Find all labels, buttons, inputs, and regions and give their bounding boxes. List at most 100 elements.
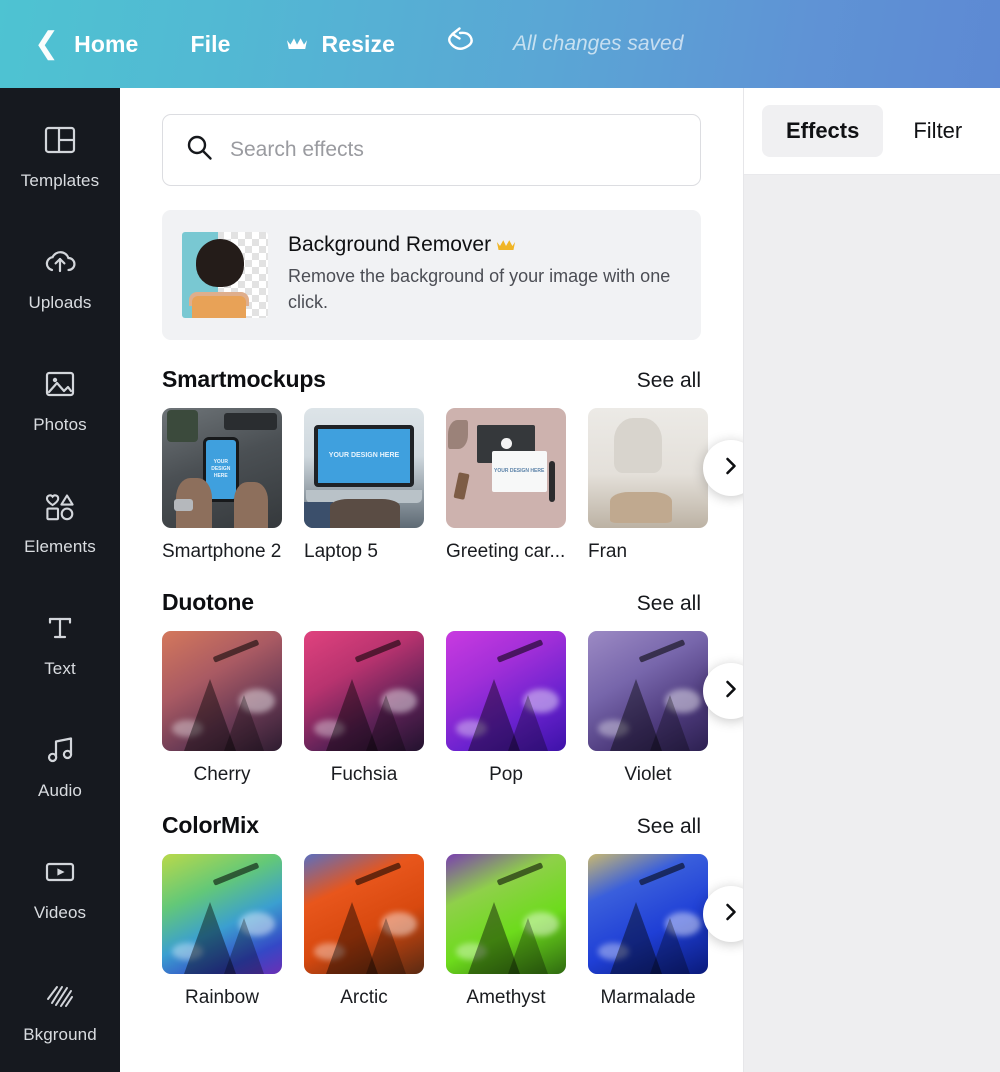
see-all-smartmockups[interactable]: See all: [637, 369, 701, 393]
cloud-upload-icon: [43, 245, 77, 279]
mockup-card-label: Greeting car...: [446, 541, 566, 562]
sidebar-item-label: Photos: [33, 415, 87, 434]
undo-button[interactable]: [443, 26, 477, 62]
mockup-thumbnail: YOUR DESIGN HERE: [446, 408, 566, 528]
effect-card-label: Marmalade: [600, 987, 696, 1008]
effect-thumbnail: [446, 854, 566, 974]
section-header: Duotone See all: [162, 589, 743, 616]
body-row: Templates Uploads Photos Elements Text A…: [0, 88, 1000, 1072]
left-sidebar: Templates Uploads Photos Elements Text A…: [0, 88, 120, 1072]
sidebar-item-videos[interactable]: Videos: [0, 828, 120, 950]
section-smartmockups: Smartmockups See all YOUR DESIGN HERE Sm…: [120, 366, 743, 563]
next-button-duotone[interactable]: [703, 663, 743, 719]
section-duotone: Duotone See all Cherry Fuchsia Pop Viole…: [120, 589, 743, 786]
chevron-right-icon: [722, 457, 740, 480]
mockup-card-label: Smartphone 2: [162, 541, 282, 562]
effect-card-pop[interactable]: Pop: [446, 631, 566, 786]
sidebar-item-audio[interactable]: Audio: [0, 706, 120, 828]
chevron-right-icon: [722, 680, 740, 703]
right-panel-tabbar: Effects Filter: [744, 88, 1000, 175]
home-button[interactable]: ❮ Home: [34, 29, 138, 59]
resize-label: Resize: [321, 30, 395, 57]
sidebar-item-templates[interactable]: Templates: [0, 96, 120, 218]
crown-icon: [286, 36, 308, 52]
undo-icon: [443, 26, 477, 62]
sidebar-item-bkground[interactable]: Bkground: [0, 950, 120, 1072]
sidebar-item-label: Bkground: [23, 1025, 97, 1044]
file-menu-button[interactable]: File: [190, 31, 230, 58]
thumbnail-row-smartmockups: YOUR DESIGN HERE Smartphone 2 YOUR DESIG…: [162, 408, 743, 563]
hatch-pattern-icon: [43, 977, 77, 1011]
right-panel: Effects Filter: [744, 88, 1000, 1072]
background-remover-title-text: Background Remover: [288, 233, 492, 256]
top-toolbar: ❮ Home File Resize All changes saved: [0, 0, 1000, 88]
chevron-left-icon: ❮: [34, 27, 60, 60]
chevron-right-icon: [722, 903, 740, 926]
save-status: All changes saved: [512, 32, 684, 55]
effect-card-label: Cherry: [193, 764, 251, 785]
effects-panel: Search effects Background Remover Remove…: [120, 88, 744, 1072]
mockup-thumbnail: YOUR DESIGN HERE: [304, 408, 424, 528]
mockup-screen-text: YOUR DESIGN HERE: [328, 451, 400, 459]
sidebar-item-label: Audio: [38, 781, 82, 800]
section-title: ColorMix: [162, 812, 259, 838]
sidebar-item-text[interactable]: Text: [0, 584, 120, 706]
section-title: Smartmockups: [162, 366, 326, 392]
effect-card-cherry[interactable]: Cherry: [162, 631, 282, 786]
video-icon: [43, 855, 77, 889]
mockup-thumbnail: [588, 408, 708, 528]
sidebar-item-uploads[interactable]: Uploads: [0, 218, 120, 340]
next-button-colormix[interactable]: [703, 886, 743, 942]
mockup-card-smartphone-2[interactable]: YOUR DESIGN HERE Smartphone 2: [162, 408, 282, 563]
mockup-card-label: Fran: [588, 541, 628, 562]
mockup-screen-text: YOUR DESIGN HERE: [211, 459, 231, 479]
thumbnail-row-duotone: Cherry Fuchsia Pop Violet: [162, 631, 743, 786]
effect-thumbnail: [162, 631, 282, 751]
effect-card-arctic[interactable]: Arctic: [304, 854, 424, 1009]
mockup-card-greeting-card[interactable]: YOUR DESIGN HERE Greeting car...: [446, 408, 566, 563]
see-all-duotone[interactable]: See all: [637, 592, 701, 616]
effect-card-violet[interactable]: Violet: [588, 631, 708, 786]
background-remover-description: Remove the background of your image with…: [288, 266, 671, 312]
effect-card-rainbow[interactable]: Rainbow: [162, 854, 282, 1009]
mockup-thumbnail: YOUR DESIGN HERE: [162, 408, 282, 528]
effect-thumbnail: [446, 631, 566, 751]
effect-card-label: Pop: [489, 764, 523, 785]
search-placeholder: Search effects: [230, 138, 364, 161]
effect-thumbnail: [304, 854, 424, 974]
resize-button[interactable]: Resize: [286, 30, 395, 58]
background-remover-title: Background Remover: [288, 233, 681, 257]
effect-card-label: Fuchsia: [330, 764, 398, 785]
next-button-smartmockups[interactable]: [703, 440, 743, 496]
mockup-card-laptop-5[interactable]: YOUR DESIGN HERE Laptop 5: [304, 408, 424, 563]
search-input[interactable]: Search effects: [162, 114, 701, 186]
app-root: ❮ Home File Resize All changes saved Tem…: [0, 0, 1000, 1072]
effect-card-amethyst[interactable]: Amethyst: [446, 854, 566, 1009]
effect-card-label: Amethyst: [466, 987, 546, 1008]
file-label: File: [190, 30, 231, 57]
sidebar-item-label: Text: [44, 659, 76, 678]
sidebar-item-photos[interactable]: Photos: [0, 340, 120, 462]
effect-card-marmalade[interactable]: Marmalade: [588, 854, 708, 1009]
mockup-screen-text: YOUR DESIGN HERE: [494, 467, 545, 474]
section-header: Smartmockups See all: [162, 366, 743, 393]
background-remover-thumbnail: [182, 232, 268, 318]
tab-effects[interactable]: Effects: [762, 105, 884, 157]
text-icon: [43, 611, 77, 645]
sidebar-item-label: Uploads: [28, 293, 92, 312]
effect-card-fuchsia[interactable]: Fuchsia: [304, 631, 424, 786]
image-icon: [43, 367, 77, 401]
effect-thumbnail: [162, 854, 282, 974]
search-area: Search effects: [120, 88, 743, 186]
effect-thumbnail: [304, 631, 424, 751]
background-remover-card[interactable]: Background Remover Remove the background…: [162, 210, 701, 340]
thumbnail-row-colormix: Rainbow Arctic Amethyst Marmalade: [162, 854, 743, 1009]
effect-card-label: Rainbow: [185, 987, 259, 1008]
sidebar-item-elements[interactable]: Elements: [0, 462, 120, 584]
tab-filter[interactable]: Filter: [889, 105, 986, 157]
see-all-colormix[interactable]: See all: [637, 815, 701, 839]
mockup-card-frame[interactable]: Fran: [588, 408, 708, 563]
shapes-icon: [43, 489, 77, 523]
effect-card-label: Violet: [624, 764, 672, 785]
background-remover-text: Background Remover Remove the background…: [288, 232, 681, 315]
